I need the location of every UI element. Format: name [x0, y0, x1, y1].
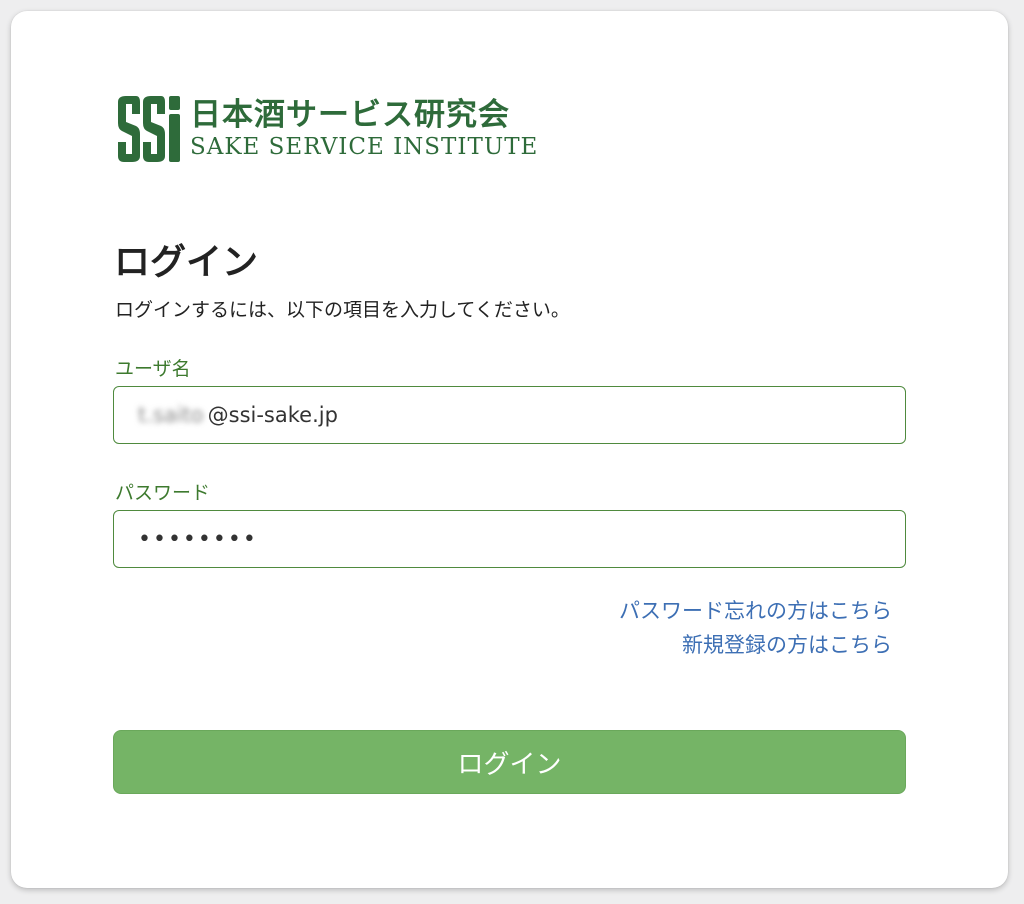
login-button[interactable]: ログイン: [113, 730, 906, 794]
password-field[interactable]: ••••••••: [113, 510, 906, 568]
password-masked-value: ••••••••: [138, 526, 258, 552]
forgot-password-link[interactable]: パスワード忘れの方はこちら: [619, 595, 892, 625]
page-description: ログインするには、以下の項目を入力してください。: [115, 299, 570, 321]
page-title: ログイン: [114, 242, 259, 283]
username-label: ユーザ名: [115, 358, 191, 380]
register-link[interactable]: 新規登録の方はこちら: [682, 629, 892, 659]
ssi-logo-mark: [116, 96, 182, 162]
login-card: 日本酒サービス研究会 SAKE SERVICE INSTITUTE ログイン ロ…: [11, 11, 1008, 888]
logo-name-en: SAKE SERVICE INSTITUTE: [190, 134, 539, 160]
username-field[interactable]: t.saito @ssi-sake.jp: [113, 386, 906, 444]
logo: 日本酒サービス研究会 SAKE SERVICE INSTITUTE: [116, 94, 538, 164]
username-blurred-part: t.saito: [138, 403, 204, 427]
username-value: @ssi-sake.jp: [207, 403, 338, 427]
password-label: パスワード: [115, 482, 211, 504]
logo-name-jp: 日本酒サービス研究会: [190, 97, 510, 133]
